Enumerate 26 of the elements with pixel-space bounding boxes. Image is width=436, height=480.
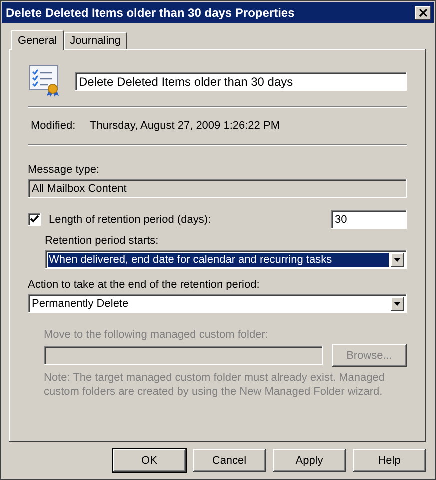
action-label: Action to take at the end of the retention period: [28, 279, 261, 291]
tab[interactable]: Journaling [64, 32, 127, 49]
dropdown-arrow-icon [394, 302, 401, 306]
action-dropdown[interactable]: Permanently Delete [28, 294, 407, 313]
dialog-button[interactable]: Help [353, 449, 426, 472]
retention-checkbox[interactable] [28, 213, 41, 226]
window-title: Delete Deleted Items older than 30 days Properties [6, 6, 295, 20]
dialog-button[interactable]: Apply [273, 449, 346, 472]
folder-label: Move to the following managed custom folder: [44, 329, 270, 341]
days-field[interactable]: 30 [331, 210, 407, 229]
retention-length-label: Length of retention period (days): [49, 214, 212, 226]
modified-value: Thursday, August 27, 2009 1:26:22 PM [90, 120, 280, 132]
modified-label: Modified: [31, 120, 77, 132]
message-type-field: All Mailbox Content [28, 179, 407, 198]
name-field[interactable]: Delete Deleted Items older than 30 days [75, 72, 407, 90]
checklist-icon [29, 65, 61, 97]
dialog-button[interactable]: OK [113, 449, 186, 472]
dialog-button[interactable]: Cancel [193, 449, 266, 472]
close-button[interactable] [415, 6, 431, 20]
close-icon [418, 8, 428, 16]
note-text: Note: The target managed custom folder must already exist. Managed custom folders are created by using the New Managed Folder wizard. [44, 371, 386, 399]
dropdown-arrow-icon [394, 258, 401, 262]
tab[interactable]: General [11, 30, 64, 50]
message-type-label: Message type: [28, 164, 101, 176]
retention-start-label: Retention period starts: [45, 235, 160, 247]
retention-start-dropdown[interactable]: When delivered, end date for calendar and recurring tasks [45, 250, 407, 269]
